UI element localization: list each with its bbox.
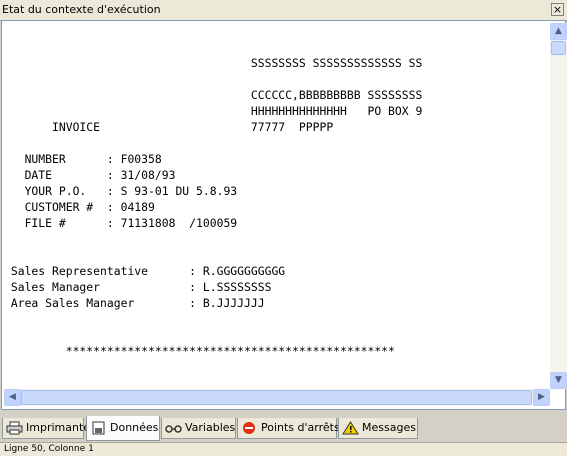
- doc-line-17: Area Sales Manager : B.JJJJJJJ: [4, 296, 265, 310]
- vertical-scroll-thumb[interactable]: [551, 41, 566, 55]
- close-button[interactable]: ×: [551, 3, 564, 16]
- arrow-left-icon: ◀: [9, 392, 16, 402]
- arrow-right-icon: ▶: [538, 392, 545, 402]
- doc-line-16: Sales Manager : L.SSSSSSSS: [4, 280, 272, 294]
- doc-line-6: INVOICE 77777 PPPPP: [4, 120, 334, 134]
- tab-donnees[interactable]: Données: [86, 416, 160, 441]
- doc-line-20: ****************************************…: [4, 344, 395, 358]
- close-icon: ×: [552, 3, 563, 16]
- doc-line-7: [4, 135, 422, 151]
- document-content: SSSSSSSS SSSSSSSSSSSSS SS CCCCCC,BBBBBBB…: [4, 23, 422, 359]
- tab-variables[interactable]: Variables: [161, 418, 236, 439]
- tab-points-arrets-label: Points d'arrêts: [261, 421, 340, 434]
- status-text: Ligne 50, Colonne 1: [4, 444, 94, 454]
- doc-line-11: CUSTOMER # : 04189: [4, 200, 155, 214]
- status-bar: Ligne 50, Colonne 1: [0, 442, 567, 456]
- doc-line-9: DATE : 31/08/93: [4, 168, 176, 182]
- tab-points-arrets[interactable]: Points d'arrêts: [237, 418, 340, 439]
- doc-line-10: YOUR P.O. : S 93-01 DU 5.8.93: [4, 184, 238, 198]
- tab-imprimante[interactable]: Imprimante: [2, 418, 90, 439]
- horizontal-scroll-thumb[interactable]: [21, 390, 532, 405]
- doc-line-18: [4, 311, 422, 327]
- doc-line-8: NUMBER : F00358: [4, 152, 162, 166]
- doc-line-2: SSSSSSSS SSSSSSSSSSSSS SS: [4, 56, 423, 70]
- breakpoint-icon: [241, 421, 258, 435]
- doc-line-0: [4, 23, 422, 39]
- doc-line-14: [4, 247, 422, 263]
- tab-messages[interactable]: Messages: [338, 418, 418, 439]
- warning-icon: [342, 421, 359, 435]
- document-panel: SSSSSSSS SSSSSSSSSSSSS SS CCCCCC,BBBBBBB…: [1, 20, 567, 410]
- arrow-down-icon: ▼: [555, 375, 562, 385]
- doc-line-3: [4, 71, 422, 87]
- document-viewport: SSSSSSSS SSSSSSSSSSSSS SS CCCCCC,BBBBBBB…: [4, 23, 550, 389]
- arrow-up-icon: ▲: [555, 26, 562, 36]
- data-icon: [90, 421, 107, 435]
- scroll-left-button[interactable]: ◀: [4, 389, 21, 406]
- scroll-right-button[interactable]: ▶: [533, 389, 550, 406]
- vertical-scrollbar[interactable]: ▲ ▼: [550, 23, 567, 389]
- tab-bar: Imprimante Données Variables Points d'ar…: [0, 412, 567, 442]
- printer-icon: [6, 421, 23, 435]
- doc-line-4: CCCCCC,BBBBBBBBB SSSSSSSS: [4, 88, 423, 102]
- tab-imprimante-label: Imprimante: [26, 421, 91, 434]
- doc-line-13: [4, 231, 422, 247]
- tab-messages-label: Messages: [362, 421, 416, 434]
- doc-line-5: HHHHHHHHHHHHHH PO BOX 9: [4, 104, 423, 118]
- doc-line-15: Sales Representative : R.GGGGGGGGGG: [4, 264, 286, 278]
- variables-icon: [165, 421, 182, 435]
- doc-line-19: [4, 327, 422, 343]
- tab-donnees-label: Données: [110, 421, 159, 434]
- scroll-down-button[interactable]: ▼: [550, 372, 567, 389]
- tab-variables-label: Variables: [185, 421, 236, 434]
- doc-line-1: [4, 39, 422, 55]
- title-bar: Etat du contexte d'exécution ×: [0, 0, 567, 21]
- doc-line-12: FILE # : 71131808 /100059: [4, 216, 238, 230]
- window-title: Etat du contexte d'exécution: [2, 3, 161, 16]
- horizontal-scrollbar[interactable]: ◀ ▶: [4, 389, 550, 406]
- scroll-up-button[interactable]: ▲: [550, 23, 567, 40]
